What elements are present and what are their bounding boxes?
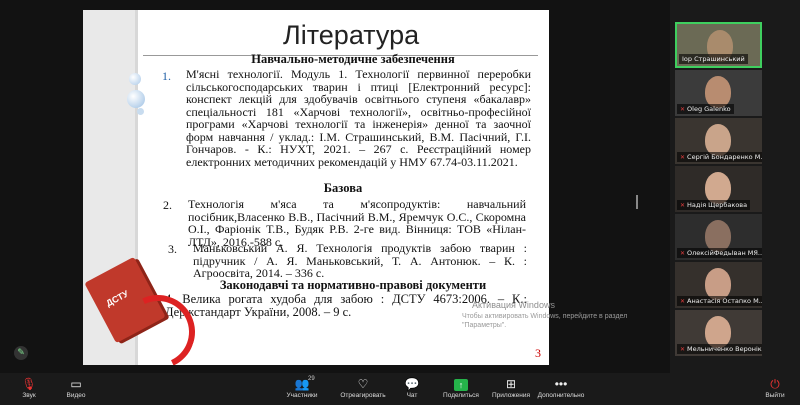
section-heading-basic: Базова bbox=[323, 181, 363, 195]
participant-tile[interactable]: ✕ Сергій Бондаренко М... bbox=[675, 118, 762, 164]
annotate-pencil-icon[interactable]: ✎ bbox=[14, 346, 28, 360]
mic-muted-icon: ✕ bbox=[680, 250, 686, 257]
mic-muted-icon: ✕ bbox=[680, 106, 686, 113]
participant-name: ✕ Надія Щербакова bbox=[677, 200, 751, 210]
bubble-decoration bbox=[137, 108, 144, 115]
participant-name: ✕ Oleg Galenko bbox=[677, 104, 734, 114]
participants-button[interactable]: 👥 29 Участники bbox=[282, 376, 322, 399]
bubble-decoration bbox=[129, 73, 141, 85]
participant-name: ✕ ОлексійФедьІван МЯ... bbox=[677, 248, 762, 258]
meeting-toolbar: 🎙 Звук ▭ Видео 👥 29 Участники ♡ Отреагир… bbox=[0, 373, 800, 405]
shared-screen: Література Навчально-методичне забезпече… bbox=[0, 0, 670, 373]
chat-icon: 💬 bbox=[404, 377, 420, 391]
participant-tile[interactable]: Іор Страшинський bbox=[675, 22, 762, 68]
react-button[interactable]: ♡ Отреагировать bbox=[338, 376, 388, 399]
participant-tile[interactable]: ✕ Мельниченко Веронік... bbox=[675, 310, 762, 356]
participant-name: ✕ Сергій Бондаренко М... bbox=[677, 152, 762, 162]
participants-count: 29 bbox=[308, 376, 315, 382]
mic-muted-icon: ✕ bbox=[680, 298, 686, 305]
mic-muted-icon: ✕ bbox=[680, 154, 686, 161]
reference-item-3: Маньковський А. Я. Технологія продуктів … bbox=[193, 241, 527, 280]
mic-muted-icon: ✕ bbox=[680, 202, 686, 209]
share-arrow-icon: ↑ bbox=[454, 379, 468, 391]
video-button[interactable]: ▭ Видео bbox=[58, 376, 94, 399]
section-heading-regulatory: Законодавчі та нормативно-правові докуме… bbox=[219, 278, 487, 292]
participant-name: ✕ Анастасія Остапко М... bbox=[677, 296, 762, 306]
divider-handle[interactable] bbox=[636, 195, 638, 209]
exit-button[interactable]: ⏻ Выйти bbox=[762, 376, 788, 399]
participants-panel: Іор Страшинський ✕ Oleg Galenko ✕ Сергій Б… bbox=[675, 22, 765, 358]
heart-icon: ♡ bbox=[357, 377, 369, 391]
bubble-decoration bbox=[127, 90, 145, 108]
share-button[interactable]: ↑ Поделиться bbox=[442, 376, 480, 399]
list-number: 2. bbox=[163, 198, 172, 212]
slide-title: Література bbox=[283, 20, 420, 50]
participant-tile[interactable]: ✕ Надія Щербакова bbox=[675, 166, 762, 212]
windows-activation-text: Чтобы активировать Windows, перейдите в … bbox=[462, 313, 628, 329]
audio-button[interactable]: 🎙 Звук bbox=[14, 376, 44, 399]
apps-icon: ⊞ bbox=[505, 377, 517, 391]
list-number: 3. bbox=[168, 242, 177, 256]
chat-button[interactable]: 💬 Чат bbox=[400, 376, 424, 399]
people-icon: 👥 bbox=[294, 377, 310, 391]
exit-icon: ⏻ bbox=[770, 377, 780, 391]
participant-name: ✕ Мельниченко Веронік... bbox=[677, 344, 762, 354]
apps-button[interactable]: ⊞ Приложения bbox=[490, 376, 532, 399]
list-number: 1. bbox=[162, 69, 171, 83]
participant-tile[interactable]: ✕ Oleg Galenko bbox=[675, 70, 762, 116]
mic-muted-icon: ✕ bbox=[680, 346, 686, 353]
windows-activation-title: Активация Windows bbox=[472, 300, 555, 310]
more-button[interactable]: ••• Дополнительно bbox=[536, 376, 586, 399]
participant-tile[interactable]: ✕ Анастасія Остапко М... bbox=[675, 262, 762, 308]
more-icon: ••• bbox=[554, 377, 568, 391]
mic-off-icon: 🎙 bbox=[21, 377, 37, 391]
participant-tile[interactable]: ✕ ОлексійФедьІван МЯ... bbox=[675, 214, 762, 260]
participant-name: Іор Страшинський bbox=[679, 54, 748, 64]
camera-icon: ▭ bbox=[70, 377, 82, 391]
section-heading-methodical: Навчально-методичне забезпечення bbox=[251, 52, 455, 66]
reference-item-1: М'ясні технології. Модуль 1. Технології … bbox=[186, 67, 531, 169]
slide-page-number: 3 bbox=[535, 346, 541, 360]
